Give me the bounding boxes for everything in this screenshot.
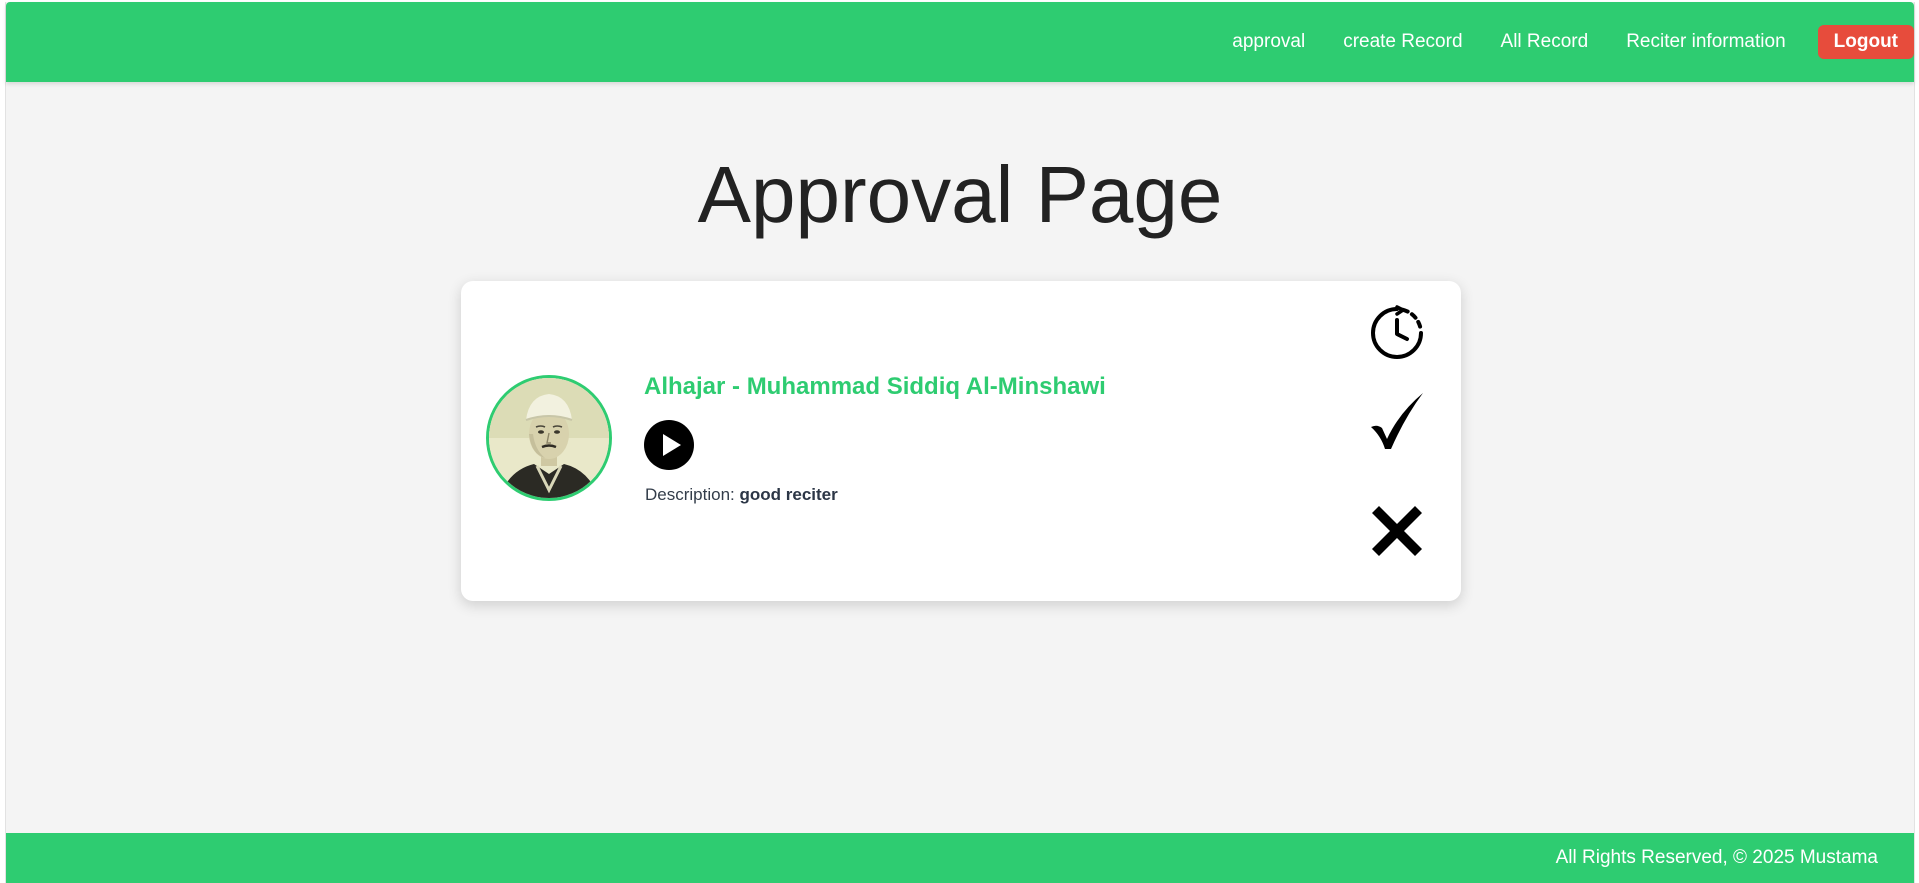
reject-button[interactable] [1367,501,1427,561]
footer-copyright: All Rights Reserved, © 2025 Mustama [1555,847,1878,868]
nav-link-approval[interactable]: approval [1232,31,1305,53]
nav-link-create-record[interactable]: create Record [1343,31,1462,53]
play-icon [644,420,694,470]
description-label: Description: [645,485,735,504]
top-navbar: approval create Record All Record Recite… [6,2,1914,82]
x-icon [1372,506,1422,556]
reciter-avatar [486,375,612,501]
approval-record-card: Alhajar - Muhammad Siddiq Al-Minshawi De… [461,281,1461,601]
logout-button[interactable]: Logout [1817,25,1914,59]
pending-button[interactable] [1367,303,1427,363]
app-frame: approval create Record All Record Recite… [5,2,1915,883]
record-description: Description: good reciter [645,485,838,505]
play-button[interactable] [644,420,694,470]
description-value: good reciter [739,485,838,504]
reciter-portrait [489,378,609,498]
nav-link-reciter-information[interactable]: Reciter information [1626,31,1785,53]
approve-button[interactable] [1367,391,1427,451]
nav-link-all-record[interactable]: All Record [1501,31,1589,53]
page-title: Approval Page [697,150,1223,239]
record-title: Alhajar - Muhammad Siddiq Al-Minshawi [644,373,1106,400]
clock-pending-icon [1371,305,1423,359]
footer: All Rights Reserved, © 2025 Mustama [6,833,1914,883]
checkmark-icon [1371,393,1423,449]
